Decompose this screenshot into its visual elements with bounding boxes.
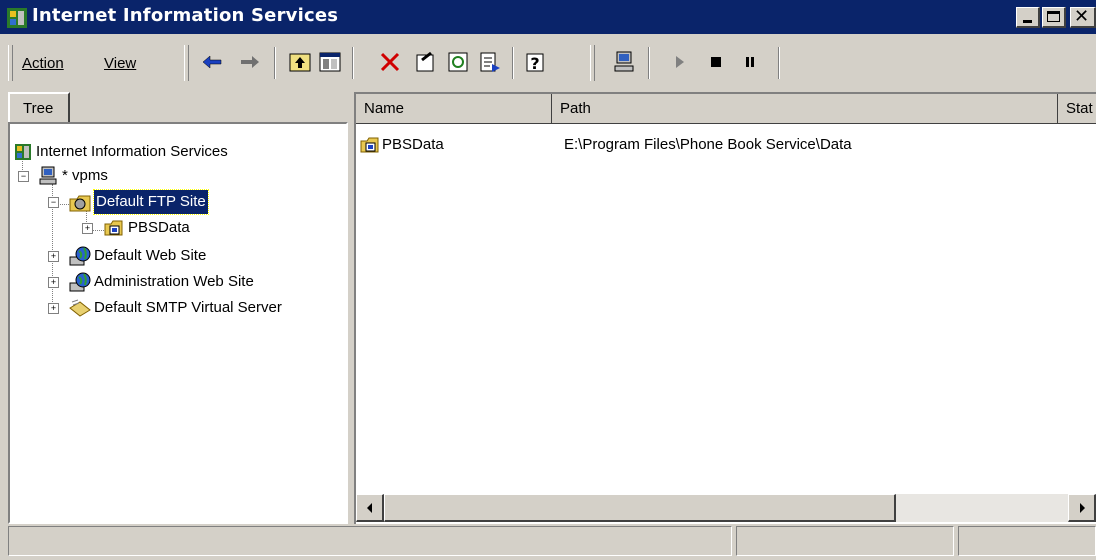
horizontal-scrollbar[interactable] — [356, 494, 1096, 522]
collapse-icon[interactable]: − — [48, 197, 59, 208]
close-icon: ✕ — [1074, 6, 1090, 26]
status-pane-2 — [736, 526, 954, 556]
tab-tree-label: Tree — [23, 100, 54, 117]
tree-pane[interactable]: Internet Information Services − * vpms −… — [8, 122, 348, 524]
scroll-left-button[interactable] — [356, 494, 384, 522]
back-arrow-icon[interactable] — [200, 50, 224, 74]
forward-arrow-icon[interactable] — [238, 50, 262, 74]
toolbar-separator — [778, 47, 780, 79]
column-header-state-label: Stat — [1066, 100, 1093, 117]
status-pane-main — [8, 526, 732, 556]
arrow-left-icon — [367, 503, 372, 513]
computer-icon[interactable] — [612, 50, 636, 74]
column-header-path[interactable]: Path — [552, 94, 1058, 124]
status-pane-3 — [958, 526, 1096, 556]
tree-server-label: * vpms — [62, 167, 108, 184]
delete-icon[interactable] — [378, 50, 402, 74]
globe-icon — [69, 272, 91, 292]
svg-text:?: ? — [530, 54, 539, 73]
menu-view-label: View — [104, 55, 137, 72]
collapse-icon[interactable]: − — [18, 171, 29, 182]
row-path: E:\Program Files\Phone Book Service\Data — [564, 136, 852, 153]
start-icon[interactable] — [668, 50, 692, 74]
pause-icon[interactable] — [738, 50, 762, 74]
column-header-state[interactable]: Stat — [1058, 94, 1096, 124]
minimize-icon — [1023, 20, 1032, 23]
tree-root-label: Internet Information Services — [36, 143, 228, 160]
show-hide-tree-icon[interactable] — [318, 50, 342, 74]
help-icon[interactable]: ? — [524, 50, 548, 74]
iis-app-icon — [7, 8, 27, 28]
tree-web-site-label: Default Web Site — [94, 247, 207, 264]
virtual-directory-icon — [360, 137, 379, 153]
menu-action-label: Action — [22, 55, 64, 72]
minimize-button[interactable] — [1016, 7, 1040, 28]
tree-smtp-label: Default SMTP Virtual Server — [94, 299, 282, 316]
menu-action[interactable]: Action — [22, 55, 64, 72]
details-pane[interactable]: Name Path Stat PBSData E:\Program Files\… — [354, 92, 1096, 524]
expand-icon[interactable]: + — [48, 303, 59, 314]
maximize-icon — [1047, 11, 1060, 22]
tree-pbsdata-label: PBSData — [128, 219, 190, 236]
properties-icon[interactable] — [414, 50, 438, 74]
toolbar-separator — [648, 47, 650, 79]
stop-icon[interactable] — [704, 50, 728, 74]
up-one-level-icon[interactable] — [288, 50, 312, 74]
tab-tree[interactable]: Tree — [8, 92, 70, 124]
close-button[interactable]: ✕ — [1070, 6, 1096, 28]
toolbar-grip[interactable] — [590, 45, 595, 81]
smtp-server-icon — [69, 299, 91, 317]
column-header-name[interactable]: Name — [356, 94, 552, 124]
export-list-icon[interactable] — [478, 50, 502, 74]
column-header-name-label: Name — [364, 100, 405, 117]
iis-icon — [15, 144, 31, 160]
row-name: PBSData — [382, 136, 444, 153]
toolbar-separator — [274, 47, 276, 79]
refresh-icon[interactable] — [446, 50, 470, 74]
expand-icon[interactable]: + — [82, 223, 93, 234]
expand-icon[interactable]: + — [48, 251, 59, 262]
globe-icon — [69, 246, 91, 266]
virtual-directory-icon — [104, 220, 123, 236]
tree-admin-site-label: Administration Web Site — [94, 273, 254, 290]
toolbar-separator — [512, 47, 514, 79]
ftp-folder-icon — [69, 195, 91, 212]
menu-view[interactable]: View — [104, 55, 136, 72]
column-header-path-label: Path — [560, 100, 591, 117]
toolbar-grip[interactable] — [184, 45, 189, 81]
tree-ftp-site-label: Default FTP Site — [93, 189, 209, 215]
expand-icon[interactable]: + — [48, 277, 59, 288]
title-bar[interactable]: Internet Information Services ✕ — [0, 0, 1096, 34]
maximize-button[interactable] — [1042, 7, 1066, 28]
toolbar-separator — [352, 47, 354, 79]
computer-icon — [39, 166, 57, 185]
scroll-thumb[interactable] — [384, 494, 896, 522]
scroll-right-button[interactable] — [1068, 494, 1096, 522]
arrow-right-icon — [1080, 503, 1085, 513]
toolbar-grip[interactable] — [8, 45, 13, 81]
window-title: Internet Information Services — [32, 5, 339, 26]
